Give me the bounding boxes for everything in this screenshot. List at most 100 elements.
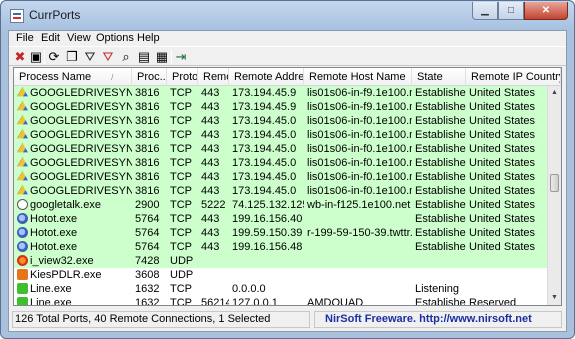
cell-text: United States [469, 171, 536, 183]
exit-icon[interactable]: ⇥ [173, 49, 189, 65]
ports-table: Process Name / Proc... Proto... Remo... Remot… [13, 67, 562, 306]
table-row[interactable]: GOOGLEDRIVESYNC.EXE3816 TCP 443 173.194.45.… [14, 142, 547, 156]
table-row[interactable]: Hotot.exe 5764 TCP 443 199.59.150.39 r-199-59… [14, 226, 547, 240]
menu-file[interactable]: File [16, 32, 34, 44]
column-header-label: Remote IP Country [471, 71, 561, 83]
menu-options[interactable]: Options [96, 32, 134, 44]
table-row[interactable]: GOOGLEDRIVESYNC.EXE3816 TCP 443 173.194.45.… [14, 170, 547, 184]
find-icon[interactable]: ⌕ [118, 49, 134, 65]
table-row[interactable]: GOOGLEDRIVESYNC.EXE3816 TCP 443 173.194.45.… [14, 86, 547, 100]
menu-help[interactable]: Help [137, 32, 160, 44]
table-cell: Established [412, 86, 466, 100]
menu-view[interactable]: View [67, 32, 91, 44]
table-cell: TCP [167, 128, 198, 142]
cell-text: Established [415, 297, 466, 306]
table-cell: 173.194.45.0 [229, 128, 304, 142]
column-header-label: State [417, 71, 443, 83]
cell-text: lis01s06-in-f0.1e100.net [307, 115, 412, 127]
column-header[interactable]: Proc... [132, 68, 167, 86]
save-icon[interactable]: ▣ [28, 49, 44, 65]
scroll-up-icon[interactable]: ▲ [548, 86, 561, 100]
close-connections-icon[interactable]: ✖ [12, 49, 28, 65]
cell-text: lis01s06-in-f0.1e100.net [307, 129, 412, 141]
table-cell: 173.194.45.9 [229, 86, 304, 100]
kies-process-icon [17, 269, 28, 280]
table-cell: 3816 [132, 170, 167, 184]
table-row[interactable]: GOOGLEDRIVESYNC.EXE3816 TCP 443 173.194.45.… [14, 156, 547, 170]
table-row[interactable]: GOOGLEDRIVESYNC.EXE3816 TCP 443 173.194.45.… [14, 100, 547, 114]
vertical-scrollbar[interactable]: ▲ ▼ [547, 86, 561, 305]
column-header-label: Proto... [172, 71, 198, 83]
table-cell: GOOGLEDRIVESYNC.EXE [14, 170, 132, 184]
table-cell: Established [412, 100, 466, 114]
column-header-label: Process Name [19, 71, 92, 83]
table-cell: lis01s06-in-f0.1e100.net [304, 114, 412, 128]
cell-text: TCP [170, 199, 192, 211]
table-cell: GOOGLEDRIVESYNC.EXE [14, 128, 132, 142]
column-header[interactable]: State [412, 68, 466, 86]
properties-icon[interactable]: ▤ [136, 49, 152, 65]
table-row[interactable]: i_view32.exe 7428 UDP [14, 254, 547, 268]
table-cell: 443 [198, 142, 229, 156]
column-header[interactable]: Process Name / [14, 68, 132, 86]
table-row[interactable]: GOOGLEDRIVESYNC.EXE3816 TCP 443 173.194.45.… [14, 114, 547, 128]
cell-text: 443 [201, 171, 220, 183]
cell-text: United States [469, 213, 536, 225]
table-cell: TCP [167, 296, 198, 305]
cell-text: 56214 [201, 297, 229, 306]
table-row[interactable]: googletalk.exe 2900 TCP 5222 74.125.132.125 w… [14, 198, 547, 212]
column-header[interactable]: Remote IP Country [466, 68, 561, 86]
app-icon [10, 9, 24, 23]
column-header[interactable]: Remote Address [229, 68, 304, 86]
cell-text: googletalk.exe [30, 199, 101, 211]
table-cell: TCP [167, 198, 198, 212]
table-cell: 7428 [132, 254, 167, 268]
column-header[interactable]: Remo... [198, 68, 229, 86]
drive-process-icon [17, 115, 28, 125]
cell-text: TCP [170, 185, 192, 197]
scroll-down-icon[interactable]: ▼ [548, 291, 561, 305]
nirsoft-link[interactable]: NirSoft Freeware. http://www.nirsoft.net [314, 311, 562, 328]
html-report-icon[interactable]: ▦ [154, 49, 170, 65]
table-cell: Hotot.exe [14, 240, 132, 254]
menu-bar: File Edit View Options Help [9, 31, 566, 45]
cell-text: 173.194.45.9 [232, 87, 297, 99]
table-cell: 443 [198, 86, 229, 100]
table-row[interactable]: Hotot.exe 5764 TCP 443 199.16.156.48 Establis… [14, 240, 547, 254]
menu-edit[interactable]: Edit [41, 32, 60, 44]
table-cell: 199.16.156.48 [229, 240, 304, 254]
copy-icon[interactable]: ❐ [64, 49, 80, 65]
table-row[interactable]: GOOGLEDRIVESYNC.EXE3816 TCP 443 173.194.45.… [14, 128, 547, 142]
table-cell: GOOGLEDRIVESYNC.EXE [14, 100, 132, 114]
cell-text: 173.194.45.0 [232, 129, 297, 141]
cell-text: TCP [170, 87, 192, 99]
filter-icon[interactable]: ⛛ [82, 49, 98, 65]
table-row[interactable]: KiesPDLR.exe 3608 UDP [14, 268, 547, 282]
close-button[interactable]: ✕ [524, 2, 568, 20]
minimize-button[interactable]: ▁ [472, 2, 498, 20]
cell-text: UDP [170, 255, 194, 267]
cell-text: 443 [201, 241, 220, 253]
table-cell: UDP [167, 254, 198, 268]
table-cell: Established [412, 170, 466, 184]
filter-remove-icon[interactable]: ⛛ [100, 49, 116, 65]
table-cell: 5764 [132, 212, 167, 226]
table-row[interactable]: Line.exe 1632 TCP 56214 127.0.0.1 AMDQUAD Esta… [14, 296, 547, 306]
table-row[interactable]: Line.exe 1632 TCP 0.0.0.0 Listening [14, 282, 547, 296]
cell-text: GOOGLEDRIVESYNC.EXE [30, 115, 132, 127]
maximize-button[interactable]: □ [498, 2, 524, 20]
title-bar[interactable]: CurrPorts ▁ □ ✕ [1, 1, 574, 30]
cell-text: UDP [170, 269, 194, 281]
drive-process-icon [17, 157, 28, 167]
status-bar: 126 Total Ports, 40 Remote Connections, … [9, 308, 566, 331]
column-header[interactable]: Remote Host Name [304, 68, 412, 86]
cell-text: 127.0.0.1 [232, 297, 278, 306]
table-cell: GOOGLEDRIVESYNC.EXE [14, 114, 132, 128]
table-row[interactable]: GOOGLEDRIVESYNC.EXE3816 TCP 443 173.194.45.… [14, 184, 547, 198]
cell-text: 173.194.45.0 [232, 171, 297, 183]
scroll-thumb[interactable] [550, 174, 559, 192]
refresh-icon[interactable]: ⟳ [46, 49, 62, 65]
column-header[interactable]: Proto... [167, 68, 198, 86]
table-cell: googletalk.exe [14, 198, 132, 212]
table-row[interactable]: Hotot.exe 5764 TCP 443 199.16.156.40 Establis… [14, 212, 547, 226]
